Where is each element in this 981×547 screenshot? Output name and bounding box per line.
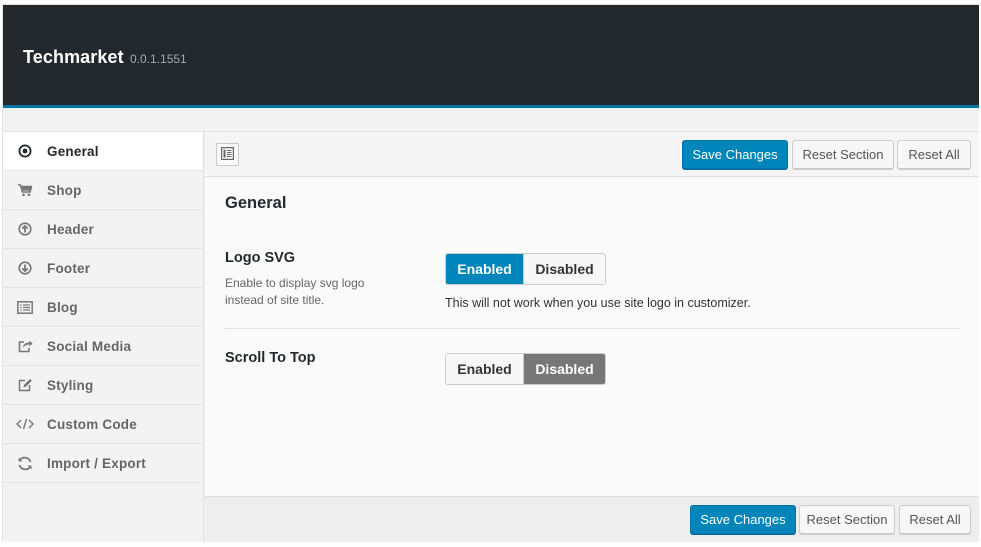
reset-all-button-bottom[interactable]: Reset All xyxy=(899,505,971,534)
save-changes-button-bottom[interactable]: Save Changes xyxy=(690,505,796,534)
section-title: General xyxy=(225,194,287,212)
sidebar-item-shop[interactable]: Shop xyxy=(3,171,203,210)
reset-section-button[interactable]: Reset Section xyxy=(792,140,894,169)
bottom-toolbar: Save Changes Reset Section Reset All xyxy=(205,496,979,542)
options-panel: Techmarket 0.0.1.1551 General Shop Heade… xyxy=(2,4,979,542)
sidebar-item-label: General xyxy=(47,143,99,159)
sidebar-item-label: Header xyxy=(47,221,94,237)
code-icon xyxy=(16,415,34,433)
layout-icon xyxy=(221,146,235,163)
sidebar-item-header[interactable]: Header xyxy=(3,210,203,249)
radio-target-icon xyxy=(16,142,34,160)
scroll-to-top-label: Scroll To Top xyxy=(225,350,316,366)
sidebar-nav: General Shop Header Footer Blog Social M… xyxy=(3,132,204,542)
logo-svg-note: This will not work when you use site log… xyxy=(445,296,751,310)
expand-options-button[interactable] xyxy=(216,143,239,166)
sidebar-item-label: Footer xyxy=(47,260,91,276)
arrow-down-circle-icon xyxy=(16,259,34,277)
edit-icon xyxy=(16,376,34,394)
scroll-to-top-switch: Enabled Disabled xyxy=(445,353,606,385)
refresh-icon xyxy=(16,454,34,472)
sidebar-item-label: Styling xyxy=(47,377,94,393)
reset-all-button[interactable]: Reset All xyxy=(897,140,971,169)
save-changes-button[interactable]: Save Changes xyxy=(682,140,788,169)
field-divider xyxy=(225,328,960,329)
sidebar-item-general[interactable]: General xyxy=(3,132,203,171)
scroll-to-top-enabled-option[interactable]: Enabled xyxy=(446,354,523,384)
sidebar-item-label: Shop xyxy=(47,182,82,198)
scroll-to-top-disabled-option[interactable]: Disabled xyxy=(523,354,605,384)
sidebar-item-custom-code[interactable]: Custom Code xyxy=(3,405,203,444)
top-toolbar: Save Changes Reset Section Reset All xyxy=(205,132,979,177)
sidebar-item-footer[interactable]: Footer xyxy=(3,249,203,288)
share-icon xyxy=(16,337,34,355)
sidebar-item-label: Import / Export xyxy=(47,455,147,471)
sidebar-item-label: Blog xyxy=(47,299,78,315)
cart-icon xyxy=(16,181,34,199)
logo-svg-enabled-option[interactable]: Enabled xyxy=(446,254,523,284)
logo-svg-description: Enable to display svg logo instead of si… xyxy=(225,276,365,307)
reset-section-button-bottom[interactable]: Reset Section xyxy=(799,505,895,534)
sidebar-item-social-media[interactable]: Social Media xyxy=(3,327,203,366)
theme-version: 0.0.1.1551 xyxy=(130,52,187,66)
list-icon xyxy=(16,298,34,316)
logo-svg-disabled-option[interactable]: Disabled xyxy=(523,254,605,284)
logo-svg-switch: Enabled Disabled xyxy=(445,253,606,285)
sidebar-item-import-export[interactable]: Import / Export xyxy=(3,444,203,483)
sidebar-item-label: Social Media xyxy=(47,338,132,354)
info-bar xyxy=(3,111,979,132)
section-content: General Logo SVG Enable to display svg l… xyxy=(205,178,979,496)
logo-svg-label: Logo SVG xyxy=(225,250,296,266)
sidebar-item-styling[interactable]: Styling xyxy=(3,366,203,405)
sidebar-item-blog[interactable]: Blog xyxy=(3,288,203,327)
arrow-up-circle-icon xyxy=(16,220,34,238)
theme-title: Techmarket xyxy=(23,47,124,67)
sidebar-item-label: Custom Code xyxy=(47,416,137,432)
options-header: Techmarket 0.0.1.1551 xyxy=(3,5,979,108)
